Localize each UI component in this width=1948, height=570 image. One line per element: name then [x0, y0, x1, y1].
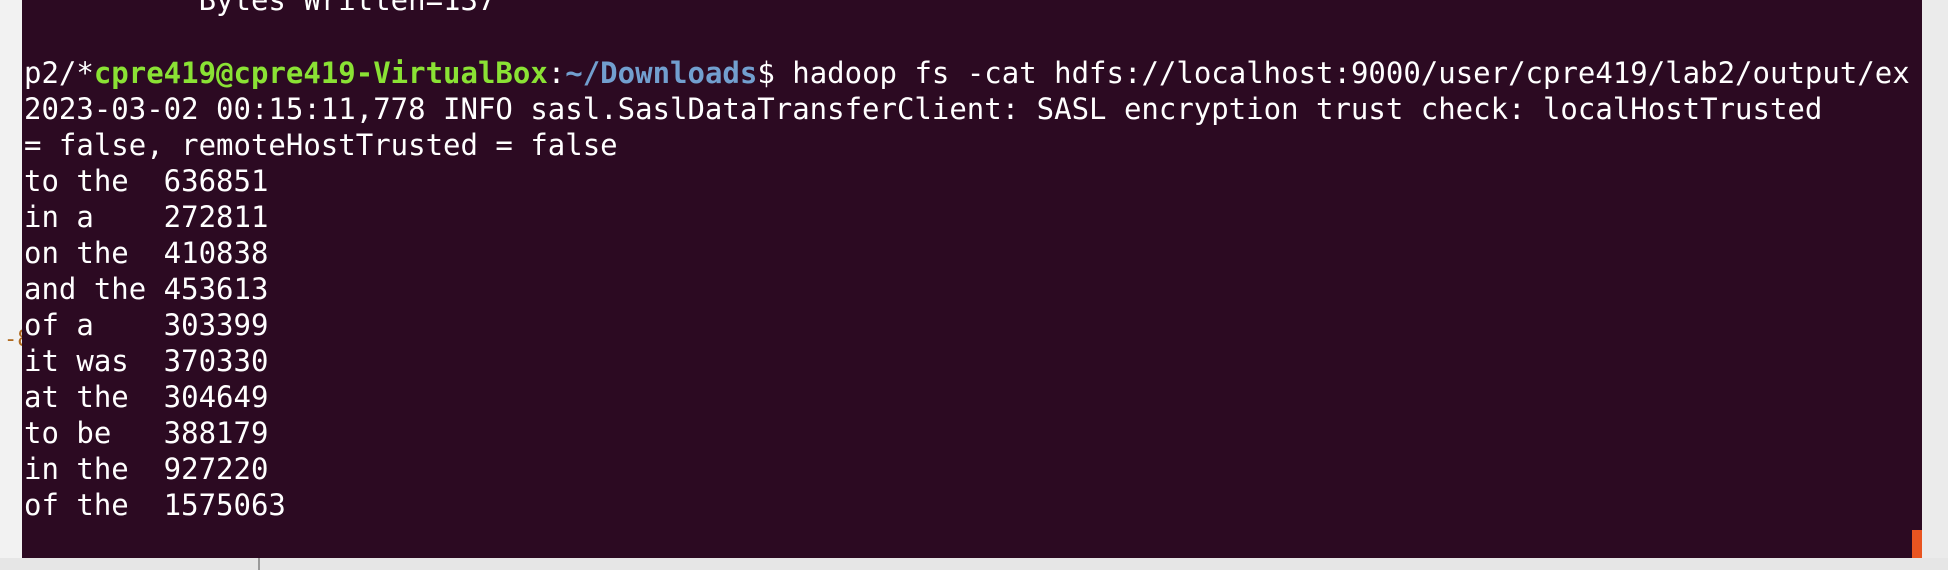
- bottom-window-strip: [0, 558, 1948, 570]
- command-wrap-line: p2/*: [24, 56, 94, 90]
- result-line: to the 636851: [24, 164, 269, 198]
- info-log-line: 2023-03-02 00:15:11,778 INFO sasl.SaslDa…: [24, 92, 1823, 126]
- result-line: in the 927220: [24, 452, 269, 486]
- prompt-user-host: cpre419@cpre419-VirtualBox: [93, 56, 548, 90]
- active-prompt-line[interactable]: cpre419@cpre419-VirtualBox:~/Downloads$: [24, 523, 808, 558]
- prompt-path: ~/Downloads: [565, 56, 758, 90]
- left-window-strip: [0, 0, 22, 570]
- scrollbar-marker[interactable]: [1912, 530, 1922, 558]
- info-log-wrap-line: = false, remoteHostTrusted = false: [24, 128, 618, 162]
- result-line: and the 453613: [24, 272, 269, 306]
- terminal-window[interactable]: Bytes Written=137 cpre419@cpre419-Virtua…: [22, 0, 1922, 558]
- command-line: cpre419@cpre419-VirtualBox:~/Downloads$ …: [24, 19, 1910, 90]
- result-line: in a 272811: [24, 200, 269, 234]
- result-line: of the 1575063: [24, 488, 286, 522]
- bottom-divider: [258, 558, 260, 570]
- result-line: it was 370330: [24, 344, 269, 378]
- result-line: at the 304649: [24, 380, 269, 414]
- prompt-dollar: $: [757, 56, 793, 90]
- command-text: hadoop fs -cat hdfs://localhost:9000/use…: [792, 56, 1910, 90]
- result-line: to be 388179: [24, 416, 269, 450]
- result-line: of a 303399: [24, 308, 269, 342]
- previous-output-line: Bytes Written=137: [24, 0, 496, 17]
- prompt-separator: :: [547, 56, 566, 90]
- result-line: on the 410838: [24, 236, 269, 270]
